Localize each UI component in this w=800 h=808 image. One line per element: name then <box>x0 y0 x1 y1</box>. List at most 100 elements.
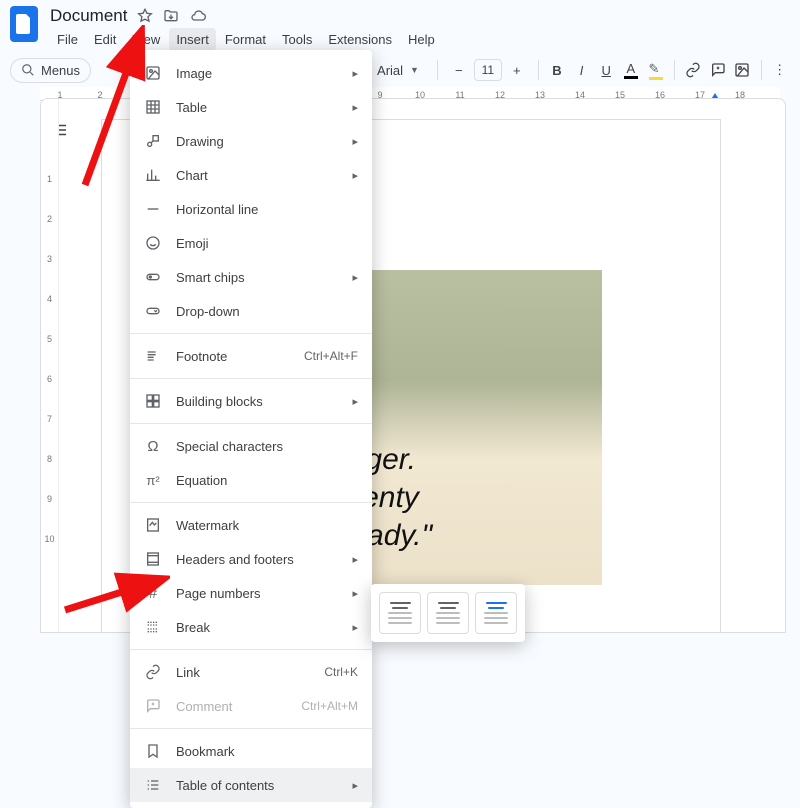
emoji-icon <box>144 235 162 251</box>
menu-item-bookmark[interactable]: Bookmark <box>130 734 372 768</box>
text-color-button[interactable]: A <box>621 57 642 83</box>
menu-help[interactable]: Help <box>401 28 442 51</box>
ruler-tick: 9 <box>47 479 52 519</box>
toc-icon <box>144 777 162 793</box>
toc-option-dotted[interactable] <box>427 592 469 634</box>
underline-button[interactable]: U <box>596 57 617 83</box>
separator <box>538 60 539 80</box>
chevron-right-icon: ▸ <box>352 779 358 792</box>
menu-separator <box>130 333 372 334</box>
menu-item-image[interactable]: Image ▸ <box>130 56 372 90</box>
menu-item-comment: Comment Ctrl+Alt+M <box>130 689 372 723</box>
font-size-control: − 11 + <box>446 57 530 83</box>
pi-icon: π² <box>144 473 162 488</box>
menu-item-label: Equation <box>176 473 358 488</box>
add-comment-button[interactable] <box>707 57 728 83</box>
menu-item-chart[interactable]: Chart▸ <box>130 158 372 192</box>
menu-item-label: Page numbers <box>176 586 338 601</box>
menu-item-label: Image <box>176 66 338 81</box>
menu-item-label: Emoji <box>176 236 358 251</box>
ruler-tick: 8 <box>47 439 52 479</box>
bookmark-icon <box>144 743 162 759</box>
menu-item-footnote[interactable]: Footnote Ctrl+Alt+F <box>130 339 372 373</box>
menu-item-table-of-contents[interactable]: Table of contents▸ <box>130 768 372 802</box>
menu-separator <box>130 502 372 503</box>
ruler-tick: 3 <box>47 239 52 279</box>
vertical-ruler[interactable]: 1 2 3 4 5 6 7 8 9 10 <box>41 99 59 632</box>
ruler-tick: 6 <box>47 359 52 399</box>
menu-separator <box>130 423 372 424</box>
menu-item-watermark[interactable]: Watermark <box>130 508 372 542</box>
menu-extensions[interactable]: Extensions <box>321 28 399 51</box>
insert-dropdown-menu: Image▸Table▸Drawing▸Chart▸Horizontal lin… <box>130 50 372 808</box>
menu-item-label: Smart chips <box>176 270 338 285</box>
ruler-tick: 2 <box>47 199 52 239</box>
move-icon[interactable] <box>163 8 179 24</box>
menu-item-label: Chart <box>176 168 338 183</box>
font-size-increase[interactable]: + <box>504 57 530 83</box>
insert-image-button[interactable] <box>732 57 753 83</box>
menu-item-label: Footnote <box>176 349 290 364</box>
chevron-right-icon: ▸ <box>352 271 358 284</box>
docs-logo-icon[interactable] <box>10 6 38 42</box>
menu-item-building-blocks[interactable]: Building blocks▸ <box>130 384 372 418</box>
menu-item-horizontal-line[interactable]: Horizontal line <box>130 192 372 226</box>
menu-item-table[interactable]: Table▸ <box>130 90 372 124</box>
insert-link-button[interactable] <box>683 57 704 83</box>
menu-separator <box>130 378 372 379</box>
menu-item-shortcut: Ctrl+Alt+M <box>301 699 358 713</box>
blocks-icon <box>144 393 162 409</box>
ruler-tick: 5 <box>47 319 52 359</box>
menu-item-smart-chips[interactable]: Smart chips ▸ <box>130 260 372 294</box>
hr-icon <box>144 201 162 217</box>
more-toolbar-button[interactable]: ⋮ <box>769 57 790 83</box>
menu-item-label: Drawing <box>176 134 338 149</box>
document-title[interactable]: Document <box>50 6 127 26</box>
highlight-button[interactable]: ✎ <box>645 57 666 83</box>
menu-separator <box>130 649 372 650</box>
menu-item-drawing[interactable]: Drawing ▸ <box>130 124 372 158</box>
menu-item-drop-down[interactable]: Drop-down <box>130 294 372 328</box>
separator <box>437 60 438 80</box>
menu-item-label: Horizontal line <box>176 202 358 217</box>
font-size-decrease[interactable]: − <box>446 57 472 83</box>
chevron-right-icon: ▸ <box>352 135 358 148</box>
dropdown-icon <box>144 303 162 319</box>
toc-option-links[interactable] <box>475 592 517 634</box>
italic-button[interactable]: I <box>571 57 592 83</box>
chevron-down-icon: ▼ <box>410 65 419 75</box>
menu-item-emoji[interactable]: Emoji <box>130 226 372 260</box>
font-size-input[interactable]: 11 <box>474 59 502 81</box>
font-family-label: Arial <box>377 63 403 78</box>
ruler-tick: 10 <box>44 519 54 559</box>
menu-tools[interactable]: Tools <box>275 28 319 51</box>
menu-format[interactable]: Format <box>218 28 273 51</box>
menu-item-label: Headers and footers <box>176 552 338 567</box>
menu-insert[interactable]: Insert <box>169 28 216 51</box>
menu-item-label: Bookmark <box>176 744 358 759</box>
menu-item-label: Break <box>176 620 338 635</box>
menu-item-label: Comment <box>176 699 287 714</box>
star-icon[interactable] <box>137 8 153 24</box>
menu-item-label: Special characters <box>176 439 358 454</box>
chevron-right-icon: ▸ <box>352 587 358 600</box>
link-icon <box>144 664 162 680</box>
menu-item-shortcut: Ctrl+Alt+F <box>304 349 358 363</box>
toc-option-plain[interactable] <box>379 592 421 634</box>
ruler-tick: 7 <box>47 399 52 439</box>
comment-icon <box>144 698 162 714</box>
annotation-arrow-top <box>70 25 160 195</box>
chevron-right-icon: ▸ <box>352 67 358 80</box>
footnote-icon <box>144 348 162 364</box>
separator <box>674 60 675 80</box>
omega-icon: Ω <box>144 438 162 455</box>
separator <box>761 60 762 80</box>
menu-item-link[interactable]: LinkCtrl+K <box>130 655 372 689</box>
font-family-select[interactable]: Arial ▼ <box>369 63 429 78</box>
menu-item-special-characters[interactable]: Ω Special characters <box>130 429 372 463</box>
cloud-status-icon[interactable] <box>189 8 207 24</box>
menu-item-equation[interactable]: π² Equation <box>130 463 372 497</box>
chevron-right-icon: ▸ <box>352 101 358 114</box>
bold-button[interactable]: B <box>547 57 568 83</box>
chip-icon <box>144 269 162 285</box>
